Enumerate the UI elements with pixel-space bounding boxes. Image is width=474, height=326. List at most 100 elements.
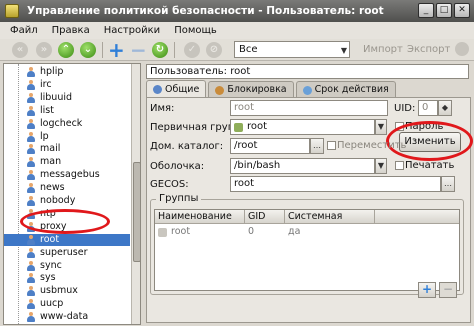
tree-item[interactable]: libuuid bbox=[4, 92, 130, 104]
remove-icon[interactable]: − bbox=[130, 40, 147, 60]
menu-edit[interactable]: Правка bbox=[52, 25, 90, 36]
add-group-button[interactable]: + bbox=[418, 282, 436, 298]
add-icon[interactable]: + bbox=[108, 40, 125, 60]
tree-item-label: man bbox=[40, 156, 62, 168]
tree-item[interactable]: nobody bbox=[4, 195, 130, 207]
up-icon[interactable]: ⌃ bbox=[58, 42, 74, 58]
tree-item[interactable]: irc bbox=[4, 79, 130, 91]
name-field[interactable]: root bbox=[230, 100, 388, 116]
col-name[interactable]: Наименование bbox=[155, 210, 245, 224]
user-icon bbox=[26, 247, 36, 258]
tree-item[interactable]: usbmux bbox=[4, 285, 130, 297]
tab-general[interactable]: Общие bbox=[146, 80, 207, 98]
groups-title: Группы bbox=[156, 193, 202, 204]
user-icon bbox=[26, 79, 36, 90]
filter-select[interactable]: Все ▼ bbox=[234, 41, 350, 58]
cancel-icon[interactable]: ⊘ bbox=[206, 42, 222, 58]
home-dir-browse[interactable]: … bbox=[310, 138, 324, 154]
user-icon bbox=[26, 131, 36, 142]
shell-label: Оболочка: bbox=[150, 161, 205, 172]
col-gid[interactable]: GID bbox=[245, 210, 285, 224]
tree-item[interactable]: mail bbox=[4, 143, 130, 155]
user-icon bbox=[26, 118, 36, 129]
user-icon bbox=[26, 157, 36, 168]
tree-item-label: usbmux bbox=[40, 285, 78, 297]
user-icon bbox=[26, 183, 36, 194]
move-checkbox[interactable] bbox=[327, 141, 336, 150]
shell-dropdown[interactable]: ▼ bbox=[375, 158, 387, 174]
tab-lock[interactable]: Блокировка bbox=[208, 81, 294, 98]
close-button[interactable]: ✕ bbox=[454, 3, 470, 18]
tree-item[interactable]: root bbox=[4, 233, 130, 246]
minimize-button[interactable]: _ bbox=[418, 3, 434, 18]
primary-group-select[interactable]: root bbox=[230, 119, 375, 135]
row-name: root bbox=[171, 226, 191, 237]
user-icon bbox=[26, 260, 36, 271]
export-button[interactable]: Экспорт bbox=[407, 44, 450, 55]
back-icon[interactable]: « bbox=[12, 42, 28, 58]
import-button[interactable]: Импорт bbox=[363, 44, 403, 55]
tree-item-label: uucp bbox=[40, 298, 64, 310]
user-icon bbox=[26, 312, 36, 323]
down-icon[interactable]: ⌄ bbox=[80, 42, 96, 58]
tree-item[interactable]: lp bbox=[4, 131, 130, 143]
tree-item[interactable]: man bbox=[4, 156, 130, 168]
user-tree: hplip irc libuuid list logcheck lp mail man mess… bbox=[3, 63, 141, 325]
tree-item[interactable]: logcheck bbox=[4, 118, 130, 130]
tree-item[interactable]: hplip bbox=[4, 66, 130, 78]
name-label: Имя: bbox=[150, 103, 175, 114]
print-label: Печатать bbox=[405, 160, 455, 171]
forward-icon[interactable]: » bbox=[36, 42, 52, 58]
user-icon bbox=[26, 299, 36, 310]
user-icon bbox=[26, 286, 36, 297]
tree-item-label: logcheck bbox=[40, 117, 83, 129]
tree-item-label: nobody bbox=[40, 195, 76, 206]
tree-item-label: www-data bbox=[40, 311, 89, 323]
shell-field[interactable]: /bin/bash bbox=[230, 158, 375, 174]
primary-group-dropdown[interactable]: ▼ bbox=[375, 119, 387, 135]
tree-item-label: lp bbox=[40, 130, 49, 142]
user-icon bbox=[26, 105, 36, 116]
uid-stepper[interactable]: ◆ bbox=[438, 100, 452, 116]
tree-item[interactable]: messagebus bbox=[4, 169, 130, 181]
tree-item[interactable]: sync bbox=[4, 260, 130, 272]
gecos-field[interactable]: root bbox=[230, 176, 441, 192]
maximize-button[interactable]: □ bbox=[436, 3, 452, 18]
scroll-thumb[interactable] bbox=[133, 162, 140, 262]
tree-item[interactable]: superuser bbox=[4, 247, 130, 259]
tree-item-label: libuuid bbox=[40, 91, 73, 103]
home-dir-field[interactable]: /root bbox=[230, 138, 310, 154]
tab-expiry[interactable]: Срок действия bbox=[295, 81, 396, 98]
row-system: да bbox=[288, 226, 301, 237]
gecos-edit-button[interactable]: … bbox=[441, 176, 455, 192]
tab-bar: Общие Блокировка Срок действия bbox=[146, 80, 398, 98]
tree-item[interactable]: list bbox=[4, 105, 130, 117]
tree-item-label: hplip bbox=[40, 66, 64, 77]
menu-settings[interactable]: Настройки bbox=[104, 25, 160, 36]
print-checkbox[interactable] bbox=[395, 161, 404, 170]
remove-group-button[interactable]: − bbox=[439, 282, 457, 298]
tree-scrollbar[interactable] bbox=[131, 64, 140, 324]
uid-field[interactable]: 0 bbox=[418, 100, 438, 116]
user-icon bbox=[26, 170, 36, 181]
app-shield-icon bbox=[5, 4, 19, 18]
user-icon bbox=[26, 234, 36, 245]
apply-icon[interactable]: ✓ bbox=[184, 42, 200, 58]
exit-icon[interactable] bbox=[455, 42, 469, 56]
tree-item[interactable]: www-data bbox=[4, 311, 130, 323]
uid-label: UID: bbox=[394, 103, 416, 114]
tree-item-label: sync bbox=[40, 259, 62, 271]
menu-file[interactable]: Файл bbox=[10, 25, 38, 36]
annotation-circle-root bbox=[20, 209, 110, 234]
tree-item[interactable]: uucp bbox=[4, 298, 130, 310]
move-label: Переместить bbox=[337, 140, 407, 151]
tree-item[interactable]: news bbox=[4, 182, 130, 194]
tree-item-label: superuser bbox=[40, 246, 88, 258]
calendar-icon bbox=[302, 85, 312, 95]
refresh-icon[interactable]: ↻ bbox=[152, 42, 168, 58]
user-icon bbox=[26, 273, 36, 284]
col-system[interactable]: Системная bbox=[285, 210, 375, 224]
groups-box: Группы Наименование GID Системная root 0… bbox=[150, 193, 464, 295]
menu-help[interactable]: Помощь bbox=[174, 25, 217, 36]
tree-item[interactable]: sys bbox=[4, 272, 130, 284]
